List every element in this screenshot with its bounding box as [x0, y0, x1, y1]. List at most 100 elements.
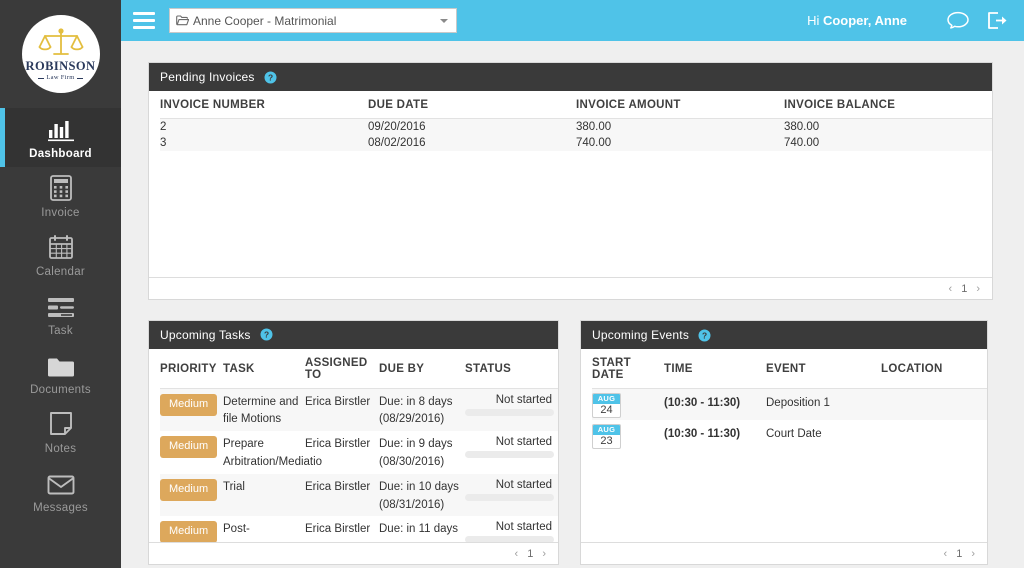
event-name: Deposition 1: [766, 397, 830, 409]
pagination-prev[interactable]: ‹: [515, 548, 519, 560]
table-row[interactable]: 3 08/02/2016 740.00 740.00: [160, 135, 992, 151]
bottom-row: Upcoming Tasks ? PRIORITY TASK ASSIGNED …: [148, 320, 993, 565]
pagination-page[interactable]: 1: [961, 283, 967, 295]
pagination-prev[interactable]: ‹: [944, 548, 948, 560]
table-row[interactable]: AUG 23 (10:30 - 11:30) Court Date: [592, 420, 987, 451]
table-row[interactable]: AUG 24 (10:30 - 11:30) Deposition 1: [592, 388, 987, 420]
date-badge-day: 24: [600, 404, 613, 416]
help-circle-icon[interactable]: ?: [698, 329, 711, 342]
task-due-by: Due: in 8 days (08/29/2016): [379, 395, 453, 426]
column-header: TIME: [664, 349, 766, 389]
top-bar-right: Hi Cooper, Anne: [807, 11, 1008, 30]
pagination: ‹ 1 ›: [149, 277, 992, 299]
chevron-down-icon: [440, 18, 448, 23]
upcoming-tasks-panel: Upcoming Tasks ? PRIORITY TASK ASSIGNED …: [148, 320, 559, 565]
task-status-cell: Not started: [465, 431, 558, 474]
invoice-balance: 380.00: [784, 121, 820, 133]
pagination-page[interactable]: 1: [527, 548, 533, 560]
panel-header: Upcoming Tasks ?: [149, 321, 558, 349]
table-row[interactable]: Medium Post- Erica Birstler Due: in 11 d…: [160, 516, 558, 543]
help-circle-icon[interactable]: ?: [264, 71, 277, 84]
sidebar-item-task[interactable]: Task: [0, 285, 121, 344]
panel-title: Pending Invoices: [160, 70, 255, 84]
upcoming-events-panel: Upcoming Events ? START DATE TIME EVENT …: [580, 320, 988, 565]
hamburger-icon[interactable]: [133, 12, 155, 29]
calendar-icon: [48, 234, 74, 260]
task-list-icon: [47, 293, 74, 319]
event-time: (10:30 - 11:30): [664, 428, 741, 440]
table-row[interactable]: Medium Trial Erica Birstler Due: in 10 d…: [160, 473, 558, 517]
invoice-due-date: 08/02/2016: [368, 137, 426, 149]
main-content: Pending Invoices ? INVOICE NUMBER DUE DA…: [121, 41, 1024, 568]
sidebar-item-label: Messages: [33, 501, 88, 514]
pagination: ‹ 1 ›: [149, 542, 558, 564]
sidebar-item-label: Documents: [30, 383, 91, 396]
tasks-table: PRIORITY TASK ASSIGNED TO DUE BY STATUS …: [160, 348, 558, 543]
task-name: Trial: [223, 480, 245, 493]
pagination-page[interactable]: 1: [956, 548, 962, 560]
invoice-balance: 740.00: [784, 137, 820, 149]
logout-icon[interactable]: [987, 11, 1008, 30]
pagination-next[interactable]: ›: [971, 548, 975, 560]
sidebar-item-label: Task: [48, 324, 73, 337]
event-date-cell: AUG 23: [592, 420, 664, 451]
sidebar-item-label: Invoice: [41, 206, 80, 219]
scales-of-justice-icon: [38, 27, 84, 59]
task-status-cell: Not started: [465, 474, 558, 517]
chat-bubble-icon[interactable]: [947, 11, 969, 30]
table-row[interactable]: Medium Determine and file Motions Erica …: [160, 388, 558, 432]
case-selector[interactable]: Anne Cooper - Matrimonial: [169, 8, 457, 33]
invoice-amount: 740.00: [576, 137, 612, 149]
priority-badge: Medium: [160, 478, 218, 501]
date-badge: AUG 23: [592, 424, 621, 449]
event-name: Court Date: [766, 428, 822, 440]
pagination: ‹ 1 ›: [581, 542, 987, 564]
panel-header: Pending Invoices ?: [149, 63, 992, 91]
task-assignee: Erica Birstler: [305, 523, 371, 536]
task-name: Determine and file Motions: [223, 395, 299, 426]
sidebar-item-notes[interactable]: Notes: [0, 403, 121, 462]
case-selector-value: Anne Cooper - Matrimonial: [193, 13, 337, 28]
panel-body: PRIORITY TASK ASSIGNED TO DUE BY STATUS …: [149, 348, 558, 543]
task-status-cell: Not started: [465, 388, 558, 431]
sidebar-item-dashboard[interactable]: Dashboard: [0, 108, 121, 167]
pagination-next[interactable]: ›: [976, 283, 980, 295]
table-row[interactable]: 2 09/20/2016 380.00 380.00: [160, 118, 992, 135]
task-status-cell: Not started: [465, 516, 558, 543]
task-due-by: Due: in 11 days: [379, 523, 459, 536]
sidebar-item-label: Notes: [44, 442, 77, 455]
column-header: EVENT: [766, 349, 881, 389]
task-assignee: Erica Birstler: [305, 480, 371, 493]
table-header-row: INVOICE NUMBER DUE DATE INVOICE AMOUNT I…: [160, 91, 992, 119]
panel-body: INVOICE NUMBER DUE DATE INVOICE AMOUNT I…: [149, 91, 992, 277]
logo-name: ROBINSON: [25, 58, 96, 73]
column-header: LOCATION: [881, 349, 987, 389]
task-progress-bar: [465, 493, 554, 501]
logo-badge: ROBINSON Law Firm: [21, 15, 100, 93]
events-table: START DATE TIME EVENT LOCATION AUG 24 (1…: [592, 349, 987, 451]
invoice-number: 2: [160, 121, 167, 133]
brand-logo: ROBINSON Law Firm: [0, 0, 121, 108]
top-bar: Anne Cooper - Matrimonial Hi Cooper, Ann…: [121, 0, 1024, 41]
sidebar-item-documents[interactable]: Documents: [0, 344, 121, 403]
pagination-prev[interactable]: ‹: [949, 283, 953, 295]
date-badge-month: AUG: [593, 425, 620, 435]
sidebar-item-invoice[interactable]: Invoice: [0, 167, 121, 226]
column-header: INVOICE NUMBER: [160, 91, 368, 119]
invoices-table: INVOICE NUMBER DUE DATE INVOICE AMOUNT I…: [160, 91, 992, 151]
column-header: START DATE: [592, 349, 664, 389]
help-circle-icon[interactable]: ?: [260, 328, 273, 341]
open-folder-icon: [176, 15, 189, 26]
task-priority-cell: Medium: [160, 388, 223, 431]
pagination-next[interactable]: ›: [542, 548, 546, 560]
table-row[interactable]: Medium Prepare Arbitration/Mediatio Eric…: [160, 431, 558, 474]
priority-badge: Medium: [160, 521, 218, 543]
sidebar-item-calendar[interactable]: Calendar: [0, 226, 121, 285]
table-header-row: PRIORITY TASK ASSIGNED TO DUE BY STATUS: [160, 348, 558, 389]
date-badge-day: 23: [600, 435, 613, 447]
event-location: [881, 420, 987, 451]
column-header: PRIORITY: [160, 348, 223, 389]
invoice-amount: 380.00: [576, 121, 612, 133]
sidebar-item-messages[interactable]: Messages: [0, 462, 121, 521]
task-status: Not started: [495, 521, 552, 534]
